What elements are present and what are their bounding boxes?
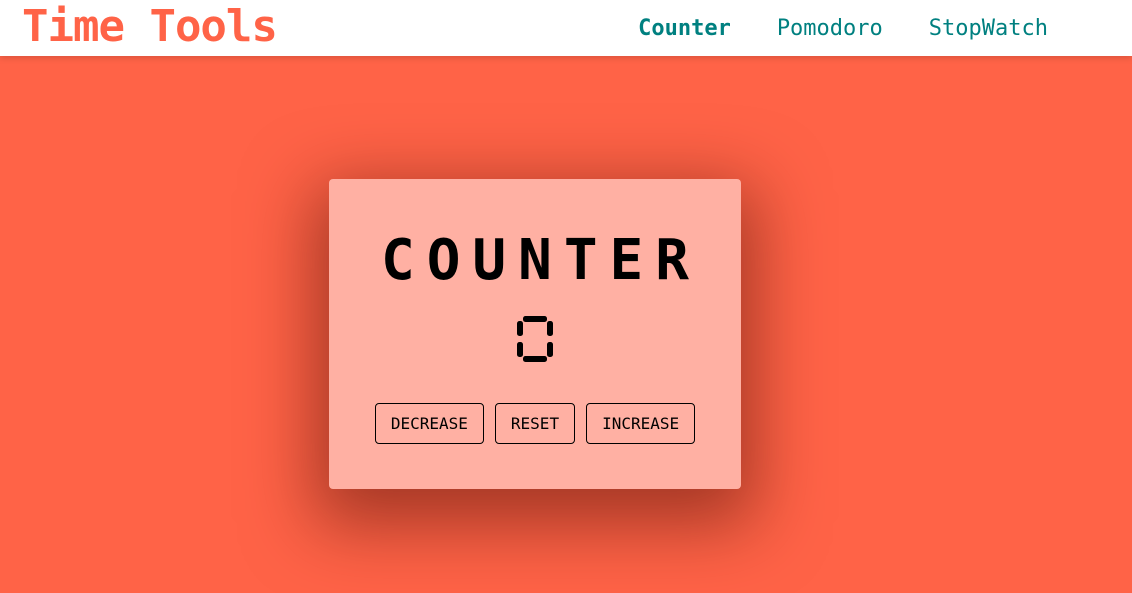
nav-link-pomodoro[interactable]: Pomodoro (777, 16, 883, 41)
decrease-button[interactable]: DECREASE (374, 403, 484, 444)
nav-link-stopwatch[interactable]: StopWatch (929, 16, 1048, 41)
reset-button[interactable]: RESET (494, 403, 576, 444)
digit-segment (523, 316, 547, 322)
counter-value (517, 316, 553, 362)
nav-link-counter[interactable]: Counter (638, 16, 731, 41)
main-area: COUNTER DECREASE RESET INCREASE (0, 56, 1132, 593)
brand-title[interactable]: Time Tools (22, 0, 278, 56)
digit-segment (547, 321, 553, 336)
digit-segment (523, 356, 547, 362)
digit-segment (547, 342, 553, 357)
increase-button[interactable]: INCREASE (586, 403, 696, 444)
digit-segment (517, 321, 523, 336)
counter-card: COUNTER DECREASE RESET INCREASE (329, 179, 741, 489)
digit-segment (517, 342, 523, 357)
navbar: Time Tools Counter Pomodoro StopWatch (0, 0, 1132, 56)
nav-links: Counter Pomodoro StopWatch (638, 0, 1048, 56)
counter-display (329, 309, 741, 369)
counter-title: COUNTER (380, 228, 701, 293)
counter-controls: DECREASE RESET INCREASE (329, 403, 741, 444)
